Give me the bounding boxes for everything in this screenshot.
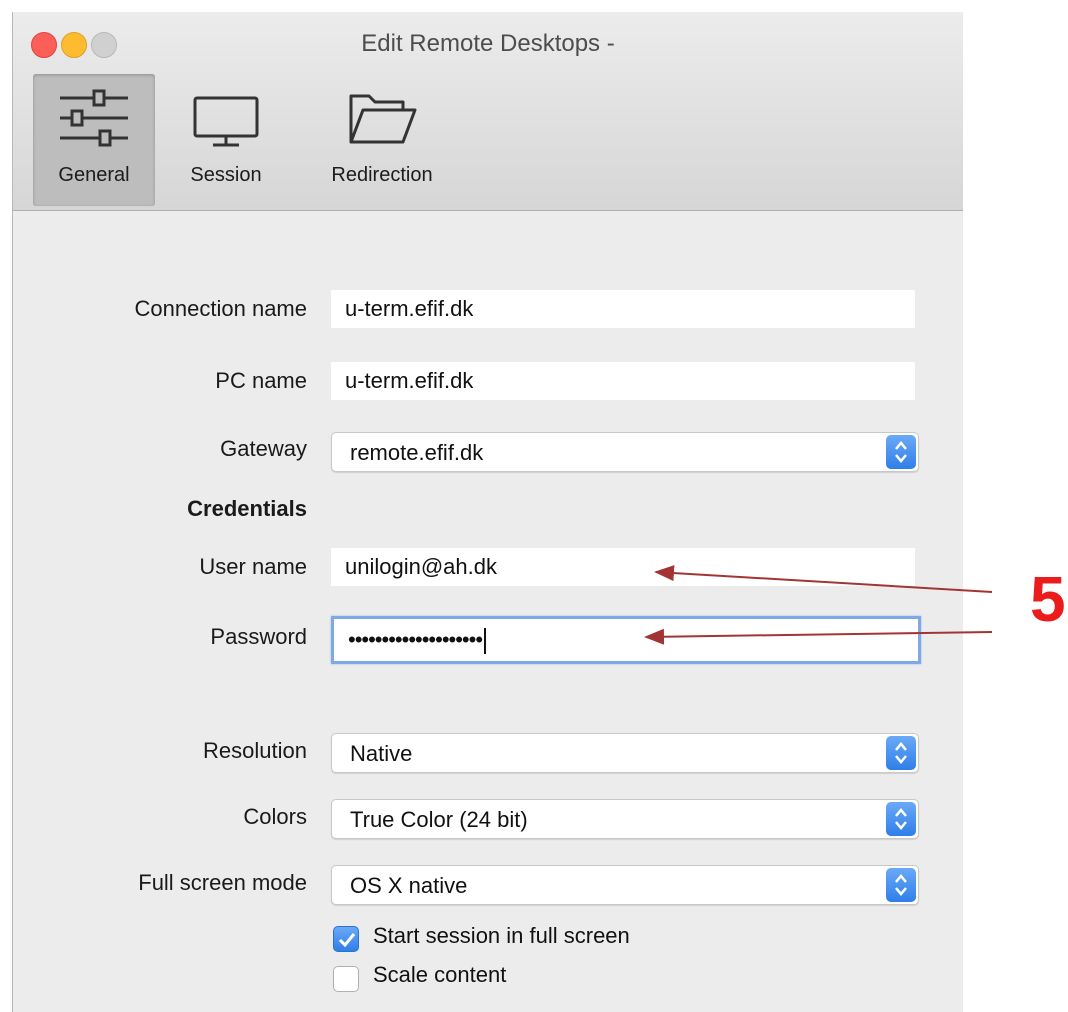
arrow-to-user-name [654, 565, 993, 593]
arrow-to-password [644, 628, 993, 645]
annotation-step-number: 5 [1030, 563, 1066, 635]
annotation-arrows [644, 565, 993, 645]
